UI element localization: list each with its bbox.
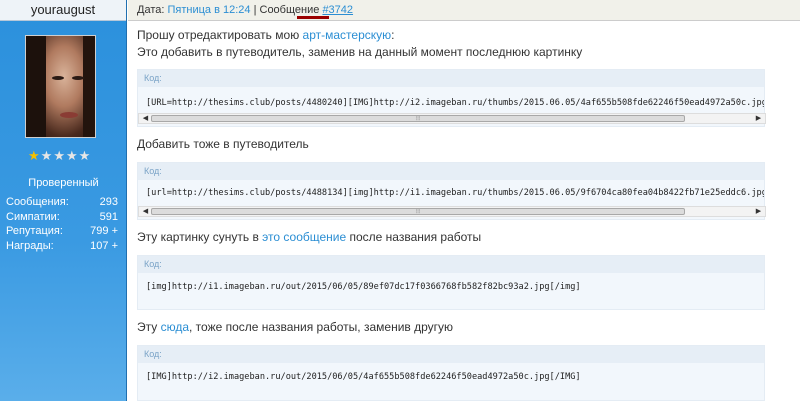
code-label: Код:	[138, 346, 764, 363]
avatar[interactable]	[25, 35, 96, 138]
star-icon: ★	[40, 148, 53, 163]
this-message-link[interactable]: это сообщение	[262, 230, 346, 244]
code-label: Код:	[138, 163, 764, 180]
stat-value[interactable]: 799 +	[90, 224, 118, 239]
code-content[interactable]: [img]http://i1.imageban.ru/out/2015/06/0…	[138, 280, 764, 294]
star-icon: ★	[65, 148, 78, 163]
code-content[interactable]: [IMG]http://i2.imageban.ru/out/2015/06/0…	[138, 370, 764, 384]
post-header: Дата: Пятница в 12:24 | Сообщение #3742	[128, 0, 800, 21]
header-separator: |	[253, 4, 257, 16]
user-panel: youraugust ★★★★★ Проверенный Сообщения: …	[0, 0, 127, 401]
post-paragraph: Это добавить в путеводитель, заменив на …	[137, 45, 583, 59]
message-label: Сообщение	[259, 4, 320, 16]
horizontal-scrollbar[interactable]: ◀ ⦙⦙⦙ ▶	[138, 206, 766, 217]
horizontal-scrollbar[interactable]: ◀ ⦙⦙⦙ ▶	[138, 113, 766, 124]
date-label: Дата:	[137, 4, 165, 16]
star-icon: ★	[28, 148, 40, 163]
code-block: Код: [img]http://i1.imageban.ru/out/2015…	[137, 255, 765, 310]
scroll-left-icon[interactable]: ◀	[140, 207, 151, 216]
stat-value: 293	[99, 196, 118, 208]
user-stats: Сообщения: 293 Симпатии: 591 Репутация: …	[6, 195, 118, 253]
scrollbar-thumb[interactable]: ⦙⦙⦙	[151, 208, 685, 215]
stat-likes: Симпатии: 591	[6, 210, 118, 225]
post-paragraph: Эту картинку сунуть в это сообщение посл…	[137, 229, 481, 246]
underline-mark	[297, 16, 329, 19]
here-link[interactable]: сюда	[161, 320, 189, 334]
scroll-right-icon[interactable]: ▶	[753, 114, 764, 123]
stat-reputation[interactable]: Репутация: 799 +	[6, 224, 118, 239]
art-workshop-link[interactable]: арт-мастерскую	[303, 28, 392, 42]
message-number-link[interactable]: #3742	[322, 4, 353, 16]
scroll-right-icon[interactable]: ▶	[753, 207, 764, 216]
stat-value: 591	[99, 210, 118, 223]
stat-value[interactable]: 107 +	[90, 239, 118, 254]
text: Эту	[137, 320, 161, 334]
username[interactable]: youraugust	[0, 0, 126, 21]
code-block: Код: [url=http://thesims.club/posts/4488…	[137, 162, 766, 220]
text: :	[391, 28, 395, 42]
stat-awards[interactable]: Награды: 107 +	[6, 239, 118, 254]
text: после названия работы	[346, 230, 482, 244]
code-label: Код:	[138, 256, 764, 273]
code-block: Код: [IMG]http://i2.imageban.ru/out/2015…	[137, 345, 765, 401]
stat-label: Репутация:	[6, 225, 63, 237]
post-paragraph: Добавить тоже в путеводитель	[137, 137, 309, 151]
user-rank: Проверенный	[28, 177, 99, 189]
text: Эту картинку сунуть в	[137, 230, 263, 244]
rating-stars: ★★★★★	[28, 148, 91, 164]
code-label: Код:	[138, 70, 764, 87]
text: , тоже после названия работы, заменив др…	[189, 320, 454, 334]
star-icon: ★	[78, 148, 91, 163]
star-icon: ★	[53, 148, 65, 163]
stat-label: Сообщения:	[6, 196, 69, 208]
stat-label: Награды:	[6, 239, 54, 252]
code-content[interactable]: [url=http://thesims.club/posts/4488134][…	[138, 186, 764, 200]
date-link[interactable]: Пятница в 12:24	[167, 4, 250, 16]
scrollbar-thumb[interactable]: ⦙⦙⦙	[151, 115, 685, 122]
post-paragraph: Прошу отредактировать мою арт-мастерскую…	[137, 27, 394, 44]
code-block: Код: [URL=http://thesims.club/posts/4480…	[137, 69, 766, 127]
scroll-left-icon[interactable]: ◀	[140, 114, 151, 123]
stat-label: Симпатии:	[6, 210, 60, 223]
text: Прошу отредактировать мою	[137, 28, 303, 42]
post-paragraph: Эту сюда, тоже после названия работы, за…	[137, 319, 453, 336]
stat-messages: Сообщения: 293	[6, 195, 118, 210]
code-content[interactable]: [URL=http://thesims.club/posts/4480240][…	[138, 96, 764, 110]
